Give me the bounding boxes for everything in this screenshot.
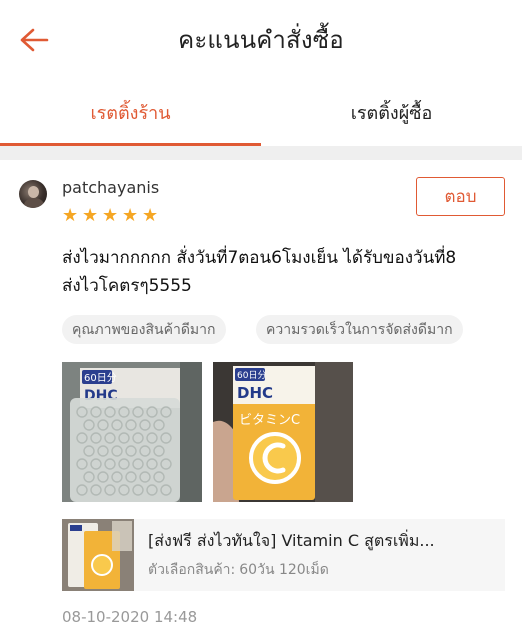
reply-button[interactable]: ตอบ [416,177,505,216]
tab-bar: เรตติ้งร้าน เรตติ้งผู้ซื้อ [0,78,522,146]
product-title: [ส่งฟรี ส่งไวทันใจ] Vitamin C สูตรเพิ่ม.… [148,531,435,550]
review-comment-line: ส่งไวโคตรๆ5555 [62,276,192,296]
review-item: patchayanis ★ ★ ★ ★ ★ ตอบ ส่งไวมากกกกก ส… [0,160,522,640]
section-divider [0,146,522,160]
review-tag: ความรวดเร็วในการจัดส่งดีมาก [256,315,463,344]
review-timestamp: 08-10-2020 14:48 [62,608,198,626]
photo-badge-text: 60日分 [237,370,266,381]
back-button[interactable] [16,22,52,58]
product-thumbnail-image [62,519,134,591]
tab-shop-rating[interactable]: เรตติ้งร้าน [0,78,261,146]
avatar[interactable] [19,180,47,208]
photo-badge-text: 60日分 [84,372,117,384]
product-card[interactable]: [ส่งฟรี ส่งไวทันใจ] Vitamin C สูตรเพิ่ม.… [62,519,505,591]
star-icon: ★ [82,205,99,226]
product-variant-value: 60วัน 120เม็ด [239,562,329,578]
photo-brand-text: DHC [237,384,273,402]
star-icon: ★ [122,205,139,226]
review-tag: คุณภาพของสินค้าดีมาก [62,315,226,344]
review-photo[interactable]: 60日分 DHC [62,362,202,502]
star-icon: ★ [62,205,79,226]
app-header: คะแนนคำสั่งซื้อ [0,0,522,78]
product-variant: ตัวเลือกสินค้า: 60วัน 120เม็ด [148,559,329,581]
review-comment-line: ส่งไวมากกกกก สั่งวันที่7ตอน6โมงเย็น ได้ร… [62,248,457,268]
star-icon: ★ [142,205,159,226]
review-photo-image: 60日分 DHC ビタミンC [213,362,353,502]
review-comment: ส่งไวมากกกกก สั่งวันที่7ตอน6โมงเย็น ได้ร… [62,244,502,300]
star-icon: ★ [102,205,119,226]
reviewer-username: patchayanis [62,178,160,197]
review-photo-image: 60日分 DHC [62,362,202,502]
product-thumbnail [62,519,134,591]
review-photo[interactable]: 60日分 DHC ビタミンC [213,362,353,502]
product-variant-label: ตัวเลือกสินค้า: [148,562,236,578]
page-title: คะแนนคำสั่งซื้อ [178,25,344,54]
rating-stars: ★ ★ ★ ★ ★ [62,205,159,226]
tab-buyer-rating[interactable]: เรตติ้งผู้ซื้อ [261,78,522,146]
arrow-left-icon [20,28,49,52]
photo-product-text: ビタミンC [239,413,300,428]
